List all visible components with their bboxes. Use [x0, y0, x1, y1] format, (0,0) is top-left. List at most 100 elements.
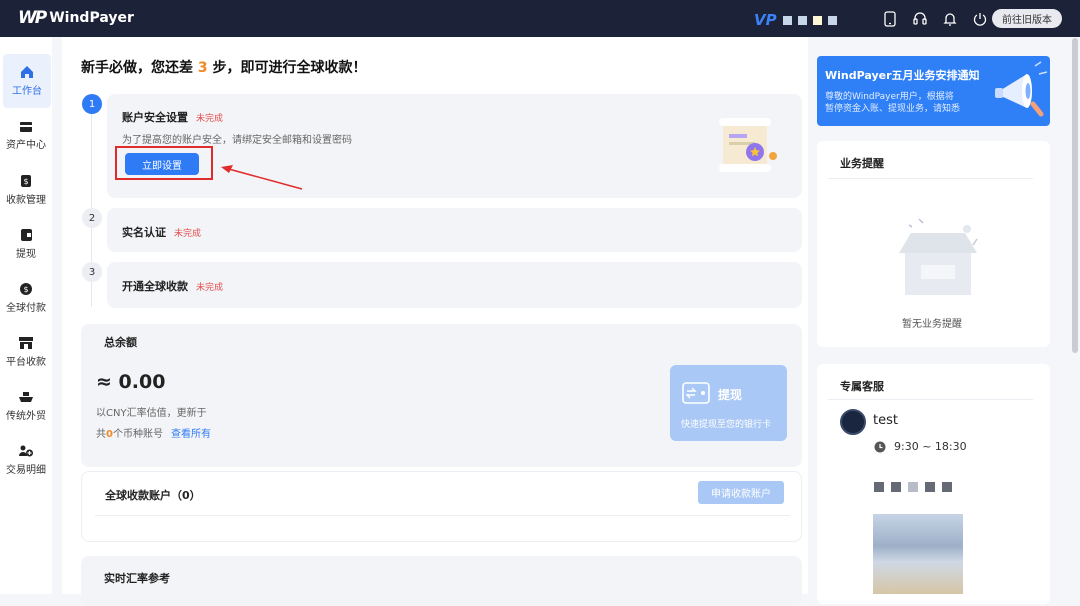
logo-mark: WP — [18, 8, 47, 28]
status-badge: 未完成 — [174, 229, 202, 239]
blurred-contact — [874, 482, 952, 492]
wallet-icon — [20, 229, 32, 241]
step-number: 1 — [82, 94, 102, 114]
coin-icon: $ — [20, 283, 32, 295]
scrollbar[interactable] — [1072, 38, 1078, 353]
sidebar-item-withdraw[interactable]: 提现 — [0, 217, 52, 271]
sidebar-item-assets[interactable]: 资产中心 — [0, 109, 52, 163]
headset-icon[interactable] — [910, 9, 930, 29]
global-accounts-card: 全球收款账户（0） 申请收款账户 — [81, 471, 802, 542]
exchange-rate-card: 实时汇率参考 — [81, 556, 802, 606]
remaining-steps-count: 3 — [197, 60, 208, 76]
count-text: 个币种账号 — [112, 429, 163, 440]
setup-now-button[interactable]: 立即设置 — [125, 153, 199, 175]
sidebar-item-label: 交易明细 — [6, 465, 46, 476]
svg-text:$: $ — [23, 285, 28, 294]
balance-note: 以CNY汇率估值，更新于 — [96, 408, 207, 419]
service-hours: 9:30 ~ 18:30 — [894, 440, 967, 453]
step-number: 2 — [82, 208, 102, 228]
step-card-security: 账户安全设置 未完成 为了提高您的账户安全，请绑定安全邮箱和设置密码 立即设置 — [107, 94, 802, 198]
blurred-block — [891, 482, 901, 492]
sidebar-item-label: 平台收款 — [6, 357, 46, 368]
bell-icon[interactable] — [940, 9, 960, 29]
service-agent-name: test — [873, 413, 898, 428]
step-title-text: 开通全球收款 — [122, 280, 188, 293]
customer-service-card: 专属客服 test 9:30 ~ 18:30 — [817, 364, 1050, 604]
highlight-box: 立即设置 — [115, 146, 213, 180]
count-text: 共 — [96, 429, 106, 440]
sidebar-item-label: 资产中心 — [6, 140, 46, 151]
empty-reminder-text: 暂无业务提醒 — [902, 319, 962, 330]
right-column: WindPayer五月业务安排通知 尊敬的WindPayer用户，根据将 暂停资金… — [817, 37, 1050, 604]
divider — [828, 399, 1033, 400]
avatar — [840, 409, 866, 435]
heading-text: 新手必做，您还差 — [81, 60, 198, 76]
blurred-vip-level — [782, 15, 792, 25]
certificate-icon — [719, 118, 777, 172]
notice-banner[interactable]: WindPayer五月业务安排通知 尊敬的WindPayer用户，根据将 暂停资金… — [817, 56, 1050, 126]
windpayer-logo[interactable]: WP WindPayer — [18, 8, 134, 28]
balance-title: 总余额 — [104, 336, 137, 349]
withdraw-card[interactable]: 提现 快速提现至您的银行卡 — [670, 365, 787, 441]
sidebar: 工作台 资产中心 $ 收款管理 提现 $ 全球付款 平台收款 传统外贸 交易明细 — [0, 37, 52, 594]
step-title-text: 账户安全设置 — [122, 111, 188, 124]
view-all-link[interactable]: 查看所有 — [171, 429, 211, 440]
status-badge: 未完成 — [196, 114, 224, 124]
sidebar-item-label: 全球付款 — [6, 303, 46, 314]
svg-text:$: $ — [23, 177, 28, 186]
step-title: 开通全球收款 未完成 — [122, 278, 223, 294]
currency-account-count: 共0个币种账号 查看所有 — [96, 425, 211, 440]
blurred-block — [925, 482, 935, 492]
home-icon — [21, 66, 33, 78]
total-balance-card: 总余额 ≈ 0.00 以CNY汇率估值，更新于 共0个币种账号 查看所有 提现 快… — [81, 324, 802, 467]
blurred-vip-level — [812, 15, 822, 25]
sidebar-item-workbench[interactable]: 工作台 — [3, 54, 51, 108]
vip-badge: VP — [754, 11, 777, 29]
blurred-vip-level — [827, 15, 837, 25]
old-version-button[interactable]: 前往旧版本 — [992, 9, 1062, 28]
balance-amount: ≈ 0.00 — [96, 371, 166, 393]
power-icon[interactable] — [970, 9, 990, 29]
store-icon — [19, 337, 33, 349]
count-number: 0 — [106, 429, 113, 440]
reminder-title: 业务提醒 — [840, 157, 884, 170]
rates-title: 实时汇率参考 — [104, 572, 170, 585]
business-reminder-card: 业务提醒 暂无业务提醒 — [817, 141, 1050, 347]
divider — [95, 515, 790, 516]
vip-status[interactable]: VP — [754, 11, 837, 29]
clock-icon — [874, 441, 886, 453]
mobile-icon[interactable] — [880, 9, 900, 29]
step-card-verification[interactable]: 实名认证 未完成 — [107, 208, 802, 252]
blurred-block — [874, 482, 884, 492]
wallet-transfer-icon — [682, 382, 710, 404]
red-arrow-annotation — [221, 165, 303, 190]
sidebar-item-transactions[interactable]: 交易明细 — [0, 433, 52, 487]
megaphone-icon — [995, 61, 1048, 117]
main-content: 新手必做，您还差 3 步，即可进行全球收款！ 1 账户安全设置 未完成 为了提高您… — [62, 37, 808, 606]
service-title: 专属客服 — [840, 380, 884, 393]
sidebar-item-label: 收款管理 — [6, 195, 46, 206]
step-description: 为了提高您的账户安全，请绑定安全邮箱和设置密码 — [122, 135, 352, 146]
apply-account-button[interactable]: 申请收款账户 — [698, 481, 784, 504]
step-title: 实名认证 未完成 — [122, 224, 201, 240]
sidebar-item-global-pay[interactable]: $ 全球付款 — [0, 271, 52, 325]
accounts-title: 全球收款账户（0） — [105, 489, 201, 502]
sidebar-item-trade[interactable]: 传统外贸 — [0, 379, 52, 433]
sidebar-item-platform[interactable]: 平台收款 — [0, 325, 52, 379]
page-title: 新手必做，您还差 3 步，即可进行全球收款！ — [81, 57, 367, 77]
top-icon-group — [880, 9, 990, 29]
status-badge: 未完成 — [196, 283, 224, 293]
step-card-global-collection[interactable]: 开通全球收款 未完成 — [107, 262, 802, 308]
sidebar-item-collections[interactable]: $ 收款管理 — [0, 163, 52, 217]
notice-line: 暂停资金入账、提现业务，请知悉 — [825, 104, 961, 114]
blurred-block — [908, 482, 918, 492]
qr-code-image — [873, 514, 963, 594]
step-number: 3 — [82, 262, 102, 282]
sidebar-item-label: 传统外贸 — [6, 411, 46, 422]
empty-inbox-icon — [899, 218, 978, 295]
card-icon — [20, 122, 32, 132]
withdraw-subtitle: 快速提现至您的银行卡 — [681, 420, 772, 430]
notice-title: WindPayer五月业务安排通知 — [825, 69, 980, 82]
step-title: 账户安全设置 未完成 — [122, 109, 223, 125]
top-bar: WP WindPayer VP 前往旧版本 — [0, 0, 1080, 37]
